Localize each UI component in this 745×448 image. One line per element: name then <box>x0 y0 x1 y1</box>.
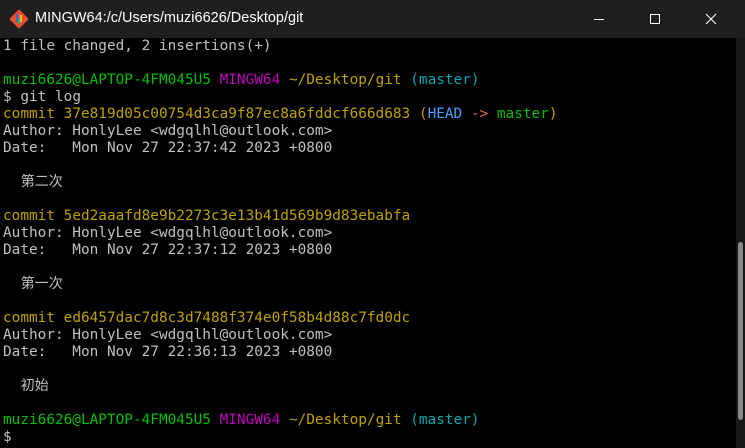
commit-message: 第一次 <box>3 276 63 292</box>
commit-hash: 37e819d05c00754d3ca9f87ec8a6fddcf666d683 <box>63 106 411 122</box>
close-button[interactable] <box>688 0 734 38</box>
terminal-output[interactable]: 1 file changed, 2 insertions(+) muzi6626… <box>0 38 736 448</box>
window-title: MINGW64:/c/Users/muzi6626/Desktop/git <box>35 10 304 26</box>
commit-line: commit ed6457dac7d8c3d7488f374e0f58b4d88… <box>3 310 410 327</box>
prompt-symbol: $ <box>3 429 12 445</box>
date-line: Date: Mon Nov 27 22:37:42 2023 +0800 <box>3 140 333 156</box>
commit-line: commit 5ed2aaafd8e9b2273c3e13b41d569b9d8… <box>3 208 410 225</box>
maximize-icon <box>650 14 660 24</box>
prompt-line: muzi6626@LAPTOP-4FM045U5 MINGW64 ~/Deskt… <box>3 412 480 429</box>
vertical-scrollbar[interactable] <box>736 38 745 448</box>
scrollbar-thumb[interactable] <box>738 242 743 420</box>
user-host: muzi6626@LAPTOP-4FM045U5 <box>3 72 211 88</box>
branch-indicator: (master) <box>410 412 480 428</box>
commit-label: commit <box>3 310 55 326</box>
minimize-button[interactable] <box>576 0 622 38</box>
user-host: muzi6626@LAPTOP-4FM045U5 <box>3 412 211 428</box>
date-line: Date: Mon Nov 27 22:36:13 2023 +0800 <box>3 344 333 360</box>
title-bar[interactable]: MINGW64:/c/Users/muzi6626/Desktop/git <box>0 0 745 38</box>
branch-ref: master <box>496 106 549 122</box>
head-ref: HEAD <box>427 106 463 122</box>
commit-line: commit 37e819d05c00754d3ca9f87ec8a6fddcf… <box>3 106 558 122</box>
command-line: $ git log <box>3 89 81 106</box>
author-line: Author: HonlyLee <wdgqlhl@outlook.com> <box>3 327 333 343</box>
commit-message: 第二次 <box>3 174 63 190</box>
git-bash-icon <box>9 9 29 29</box>
prompt-symbol: $ <box>3 89 12 105</box>
summary-line: 1 file changed, 2 insertions(+) <box>3 38 272 54</box>
commit-hash: ed6457dac7d8c3d7488f374e0f58b4d88c7fd0dc <box>63 310 411 326</box>
current-path: ~/Desktop/git <box>288 412 402 428</box>
system-name: MINGW64 <box>219 412 281 428</box>
author-line: Author: HonlyLee <wdgqlhl@outlook.com> <box>3 123 333 139</box>
ref-arrow: -> <box>470 106 489 122</box>
commit-label: commit <box>3 208 55 224</box>
command-text: git log <box>20 89 81 105</box>
date-line: Date: Mon Nov 27 22:37:12 2023 +0800 <box>3 242 333 258</box>
commit-message: 初始 <box>3 378 49 394</box>
prompt-line: muzi6626@LAPTOP-4FM045U5 MINGW64 ~/Deskt… <box>3 72 480 89</box>
input-line[interactable]: $ <box>3 429 12 446</box>
minimize-icon <box>594 19 604 20</box>
commit-hash: 5ed2aaafd8e9b2273c3e13b41d569b9d83ebabfa <box>63 208 411 224</box>
close-icon <box>705 13 717 25</box>
commit-label: commit <box>3 106 55 122</box>
author-line: Author: HonlyLee <wdgqlhl@outlook.com> <box>3 225 333 241</box>
current-path: ~/Desktop/git <box>288 72 402 88</box>
maximize-button[interactable] <box>632 0 678 38</box>
system-name: MINGW64 <box>219 72 281 88</box>
branch-indicator: (master) <box>410 72 480 88</box>
